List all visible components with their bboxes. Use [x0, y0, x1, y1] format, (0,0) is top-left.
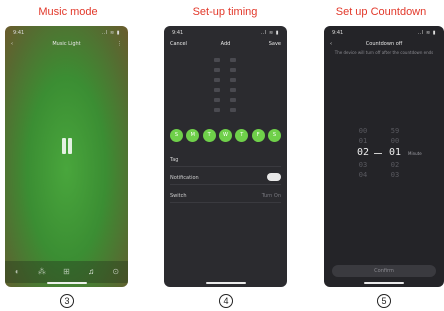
switch-value: Turn On	[261, 193, 281, 199]
notification-label: Notification	[170, 175, 199, 181]
hour-selected: 02	[356, 147, 370, 158]
countdown-screen: 9:41 ..l ≋ ▮ ‹ Countdown off The device …	[324, 26, 444, 287]
menu-icon[interactable]: ⋮	[117, 41, 122, 47]
music-title: Music Light	[52, 41, 81, 47]
color-tab-icon[interactable]: ◐	[11, 266, 23, 278]
tag-row[interactable]: Tag	[170, 154, 281, 167]
minute-option: 59	[390, 127, 400, 135]
hour-option: 01	[358, 137, 368, 145]
save-button[interactable]: Save	[269, 41, 281, 47]
switch-row[interactable]: Switch Turn On	[170, 190, 281, 203]
pause-button[interactable]	[60, 138, 74, 154]
status-time: 9:41	[172, 30, 184, 36]
music-tab-icon[interactable]: ♫	[85, 266, 97, 278]
notification-toggle[interactable]	[267, 173, 281, 181]
status-icons: ..l ≋ ▮	[101, 30, 120, 36]
confirm-button[interactable]: Confirm	[332, 265, 436, 277]
timer-tab-icon[interactable]: ⊙	[110, 266, 122, 278]
weekday-selector: S M T W T F S	[170, 129, 281, 145]
step-number-4: 4	[219, 294, 233, 308]
tag-label: Tag	[170, 157, 179, 163]
day-wednesday[interactable]: W	[218, 129, 232, 142]
switch-label: Switch	[170, 193, 187, 199]
status-icons: ..l ≋ ▮	[417, 30, 436, 36]
status-time: 9:41	[13, 30, 25, 36]
home-indicator	[46, 282, 87, 284]
time-picker[interactable]	[210, 56, 242, 114]
step-number-5: 5	[377, 294, 391, 308]
day-monday[interactable]: M	[186, 129, 200, 142]
music-header: ‹ Music Light ⋮	[5, 40, 128, 50]
hour-option: 04	[358, 171, 368, 179]
hour-option: 03	[358, 161, 368, 169]
minute-unit-label: Minute	[408, 151, 422, 156]
home-indicator	[364, 282, 404, 284]
music-tab-bar: ◐ ⁂ ⊞ ♫ ⊙	[5, 261, 128, 283]
music-mode-screen: 9:41 ..l ≋ ▮ ‹ Music Light ⋮ ◐ ⁂ ⊞ ♫ ⊙	[5, 26, 128, 287]
day-sunday[interactable]: S	[170, 129, 183, 142]
picker-separator	[374, 153, 382, 154]
caption-setup-timing: Set-up timing	[192, 6, 258, 18]
home-indicator	[205, 282, 246, 284]
notification-row: Notification	[170, 172, 281, 185]
caption-music-mode: Music mode	[38, 6, 98, 18]
hour-column[interactable]: 00 01 02 03 04	[354, 126, 372, 180]
minute-option: 03	[390, 171, 400, 179]
day-saturday[interactable]: S	[267, 129, 281, 142]
status-bar: 9:41 ..l ≋ ▮	[324, 30, 444, 38]
status-time: 9:41	[332, 30, 344, 36]
caption-setup-countdown: Set up Countdown	[335, 6, 427, 18]
day-tuesday[interactable]: T	[202, 129, 216, 142]
day-friday[interactable]: F	[251, 129, 265, 142]
minute-option: 02	[390, 161, 400, 169]
minute-selected: 01	[388, 147, 402, 158]
status-bar: 9:41 ..l ≋ ▮	[164, 30, 287, 38]
status-icons: ..l ≋ ▮	[260, 30, 279, 36]
countdown-picker[interactable]: 00 01 02 03 04 59 00 01 02 03 Minute	[344, 126, 434, 186]
minute-option: 00	[390, 137, 400, 145]
step-number-3: 3	[60, 294, 74, 308]
countdown-header: ‹ Countdown off	[324, 40, 444, 50]
minute-column[interactable]: 59 00 01 02 03	[386, 126, 404, 180]
timing-header: Cancel Add Save	[164, 40, 287, 50]
timing-screen: 9:41 ..l ≋ ▮ Cancel Add Save S M T W T F…	[164, 26, 287, 287]
pause-bar-left	[62, 138, 66, 154]
pause-bar-right	[68, 138, 72, 154]
status-bar: 9:41 ..l ≋ ▮	[5, 30, 128, 38]
countdown-subtitle: The device will turn off after the count…	[334, 50, 434, 55]
hour-option: 00	[358, 127, 368, 135]
day-thursday[interactable]: T	[235, 129, 249, 142]
scene-tab-icon[interactable]: ⁂	[36, 266, 48, 278]
mode-tab-icon[interactable]: ⊞	[60, 266, 72, 278]
countdown-title: Countdown off	[365, 41, 403, 47]
